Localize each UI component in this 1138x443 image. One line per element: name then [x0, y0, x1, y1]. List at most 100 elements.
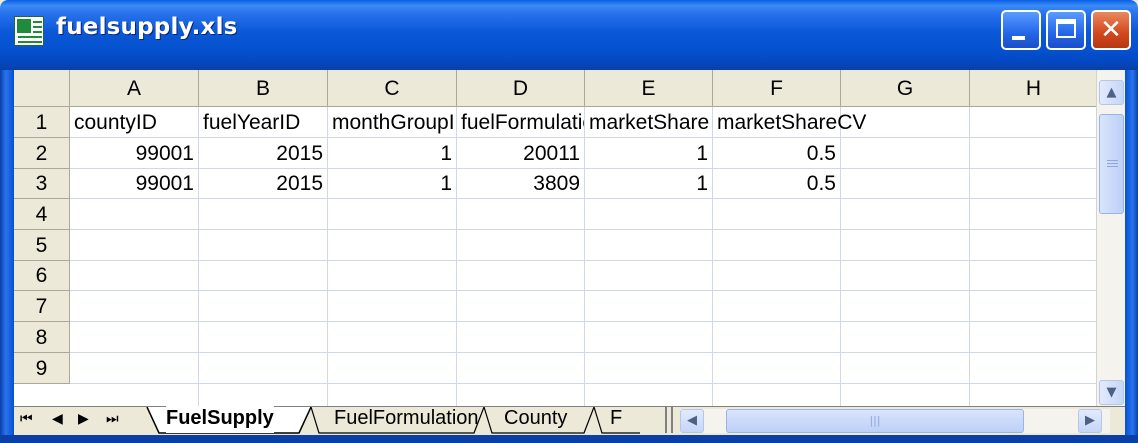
horizontal-scrollbar[interactable]: ◀ ||| ▶ [680, 409, 1110, 433]
empty-cell[interactable] [841, 199, 970, 230]
cell-d2[interactable]: 20011 [457, 138, 585, 169]
cell-b3[interactable]: 2015 [199, 169, 328, 199]
empty-cell[interactable] [70, 353, 199, 384]
minimize-button[interactable] [1001, 10, 1041, 50]
empty-cell[interactable] [328, 353, 457, 384]
empty-cell[interactable] [585, 291, 713, 322]
empty-cell[interactable] [970, 291, 1098, 322]
row-header-8[interactable]: 8 [14, 322, 70, 353]
empty-cell[interactable] [970, 353, 1098, 384]
empty-cell[interactable] [585, 199, 713, 230]
column-header-a[interactable]: A [70, 70, 199, 107]
column-header-h[interactable]: H [970, 70, 1098, 107]
empty-cell[interactable] [841, 169, 970, 199]
empty-cell[interactable] [328, 261, 457, 291]
cell-a2[interactable]: 99001 [70, 138, 199, 169]
empty-cell[interactable] [328, 230, 457, 261]
empty-cell[interactable] [70, 261, 199, 291]
cell-e1[interactable]: marketShare [585, 107, 713, 138]
vertical-scroll-thumb[interactable] [1099, 114, 1124, 214]
empty-cell[interactable] [970, 138, 1098, 169]
cell-a1[interactable]: countyID [70, 107, 199, 138]
cell-b2[interactable]: 2015 [199, 138, 328, 169]
close-button[interactable]: ✕ [1091, 10, 1131, 50]
row-header-5[interactable]: 5 [14, 230, 70, 261]
row-header-7[interactable]: 7 [14, 291, 70, 322]
column-header-f[interactable]: F [713, 70, 841, 107]
empty-cell[interactable] [970, 169, 1098, 199]
empty-cell[interactable] [713, 291, 841, 322]
empty-cell[interactable] [841, 291, 970, 322]
row-header-6[interactable]: 6 [14, 261, 70, 291]
column-header-e[interactable]: E [585, 70, 713, 107]
tab-f[interactable]: F [610, 406, 622, 433]
empty-cell[interactable] [713, 199, 841, 230]
empty-cell[interactable] [970, 261, 1098, 291]
empty-cell[interactable] [841, 138, 970, 169]
vertical-scrollbar[interactable]: ▲ ▼ [1096, 70, 1125, 428]
empty-cell[interactable] [328, 199, 457, 230]
empty-cell[interactable] [70, 291, 199, 322]
cell-d3[interactable]: 3809 [457, 169, 585, 199]
select-all-corner[interactable] [14, 70, 70, 107]
empty-cell[interactable] [199, 199, 328, 230]
column-header-b[interactable]: B [199, 70, 328, 107]
column-header-d[interactable]: D [457, 70, 585, 107]
row-header-9[interactable]: 9 [14, 353, 70, 384]
column-header-g[interactable]: G [841, 70, 970, 107]
scroll-left-button[interactable]: ◀ [680, 409, 704, 433]
cell-e3[interactable]: 1 [585, 169, 713, 199]
empty-cell[interactable] [585, 353, 713, 384]
empty-cell[interactable] [970, 107, 1098, 138]
empty-cell[interactable] [199, 353, 328, 384]
empty-cell[interactable] [841, 353, 970, 384]
tab-fuelformulation[interactable]: FuelFormulation [334, 406, 479, 433]
empty-cell[interactable] [70, 230, 199, 261]
empty-cell[interactable] [970, 230, 1098, 261]
cell-e2[interactable]: 1 [585, 138, 713, 169]
row-header-2[interactable]: 2 [14, 138, 70, 169]
empty-cell[interactable] [70, 322, 199, 353]
scroll-down-button[interactable]: ▼ [1099, 380, 1124, 405]
empty-cell[interactable] [457, 261, 585, 291]
cell-d1[interactable]: fuelFormulationID [457, 107, 585, 138]
cell-f3[interactable]: 0.5 [713, 169, 841, 199]
cell-a3[interactable]: 99001 [70, 169, 199, 199]
empty-cell[interactable] [457, 353, 585, 384]
tab-fuelsupply[interactable]: FuelSupply [166, 406, 274, 433]
row-header-4[interactable]: 4 [14, 199, 70, 230]
empty-cell[interactable] [328, 291, 457, 322]
empty-cell[interactable] [199, 230, 328, 261]
cell-c2[interactable]: 1 [328, 138, 457, 169]
row-header-1[interactable]: 1 [14, 107, 70, 138]
excel-icon[interactable] [14, 16, 44, 46]
empty-cell[interactable] [457, 199, 585, 230]
maximize-button[interactable] [1046, 10, 1086, 50]
column-header-c[interactable]: C [328, 70, 457, 107]
empty-cell[interactable] [585, 261, 713, 291]
cell-f1[interactable]: marketShareCV [713, 107, 866, 138]
empty-cell[interactable] [199, 261, 328, 291]
empty-cell[interactable] [970, 199, 1098, 230]
empty-cell[interactable] [199, 322, 328, 353]
empty-cell[interactable] [585, 322, 713, 353]
empty-cell[interactable] [457, 322, 585, 353]
empty-cell[interactable] [970, 322, 1098, 353]
empty-cell[interactable] [70, 199, 199, 230]
empty-cell[interactable] [713, 230, 841, 261]
row-header-3[interactable]: 3 [14, 169, 70, 199]
cell-c1[interactable]: monthGroupID [328, 107, 457, 138]
empty-cell[interactable] [713, 322, 841, 353]
empty-cell[interactable] [199, 291, 328, 322]
tab-split-handle[interactable] [665, 407, 673, 433]
empty-cell[interactable] [713, 353, 841, 384]
horizontal-scroll-thumb[interactable]: ||| [726, 409, 1024, 433]
empty-cell[interactable] [457, 230, 585, 261]
empty-cell[interactable] [841, 230, 970, 261]
empty-cell[interactable] [457, 291, 585, 322]
empty-cell[interactable] [841, 261, 970, 291]
cell-c3[interactable]: 1 [328, 169, 457, 199]
cell-b1[interactable]: fuelYearID [199, 107, 328, 138]
cell-f2[interactable]: 0.5 [713, 138, 841, 169]
scroll-up-button[interactable]: ▲ [1099, 80, 1124, 105]
